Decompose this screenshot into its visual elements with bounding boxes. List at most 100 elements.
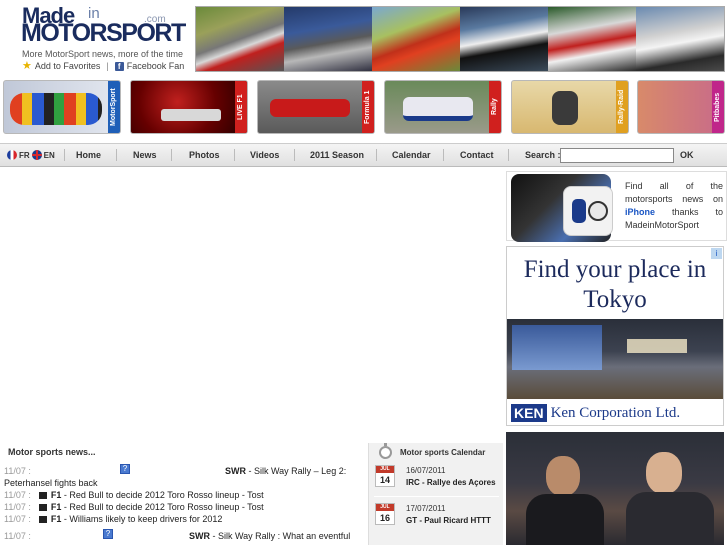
iphone-app-promo[interactable]: Find all of the motorsports news on iPho…	[506, 171, 727, 242]
calendar-event-date: 17/07/2011	[406, 504, 446, 513]
facebook-icon[interactable]: f	[114, 61, 124, 71]
calendar-date-icon: JUL 14	[375, 465, 395, 487]
bullet-icon	[38, 516, 47, 524]
news-date: 11/07 :	[4, 514, 31, 524]
ken-logo: KEN Ken Corporation Ltd.	[507, 399, 723, 425]
category-tag: Rally	[489, 81, 501, 133]
ferrari-image	[270, 99, 350, 117]
promo-iphone-word: iPhone	[625, 207, 656, 217]
lang-en-link[interactable]: EN	[44, 151, 55, 160]
banner-tile-race-3	[372, 7, 460, 71]
app-icon	[563, 186, 613, 236]
news-type-icon: ?	[120, 464, 130, 474]
driver-face	[646, 452, 682, 494]
driver-suit	[626, 492, 714, 545]
news-item[interactable]: 11/07 : F1 - Williams likely to keep driv…	[4, 513, 349, 525]
calendar-item[interactable]: JUL 16 17/07/2011 GT - Paul Ricard HTTT	[374, 501, 502, 531]
driver-face	[546, 456, 580, 496]
calendar-month: JUL	[376, 504, 394, 511]
uk-flag-icon[interactable]	[31, 150, 42, 160]
calendar-item[interactable]: JUL 14 16/07/2011 IRC - Rallye des Açore…	[374, 463, 502, 493]
news-date: 11/07 :	[4, 502, 31, 512]
promo-text-before: Find all of the motorsports news on	[625, 181, 723, 204]
banner-tile-race-1	[196, 7, 284, 71]
news-text: - Silk Way Rally : What an eventful	[210, 531, 351, 541]
news-category: F1	[50, 502, 62, 512]
news-headline[interactable]: SWR - Silk Way Rally – Leg 2:	[225, 465, 346, 477]
helmet-icon	[588, 201, 608, 221]
news-category: F1	[50, 490, 62, 500]
nav-photos[interactable]: Photos	[189, 150, 220, 160]
divider	[374, 496, 499, 497]
nav-divider	[64, 149, 65, 161]
site-tagline: More MotorSport news, more of the time	[22, 49, 184, 59]
calendar-month: JUL	[376, 466, 394, 473]
category-thumbnails: MotorSport LIVE F1 Formula 1 Rally Rally…	[3, 80, 727, 136]
language-switcher: FR EN	[7, 150, 55, 160]
game-banner-ad[interactable]	[195, 6, 725, 72]
ken-badge: KEN	[511, 404, 547, 422]
search-input[interactable]	[560, 148, 674, 163]
category-rally[interactable]: Rally	[384, 80, 502, 134]
lang-fr-link[interactable]: FR	[19, 151, 30, 160]
stopwatch-icon	[379, 443, 392, 459]
news-text: - Red Bull to decide 2012 Toro Rosso lin…	[61, 502, 264, 512]
category-formula-1[interactable]: Formula 1	[257, 80, 375, 134]
category-live-f1[interactable]: LIVE F1	[130, 80, 248, 134]
search-ok-button[interactable]: OK	[680, 150, 694, 160]
f1-car-image	[161, 109, 221, 121]
banner-tile-police	[460, 7, 548, 71]
news-type-icon: ?	[103, 529, 113, 539]
nav-news[interactable]: News	[133, 150, 157, 160]
news-date: 11/07 :	[4, 466, 31, 476]
driver-suit	[526, 494, 604, 545]
calendar-event-name[interactable]: GT - Paul Ricard HTTT	[406, 516, 491, 525]
nav-divider	[294, 149, 295, 161]
news-item[interactable]: 11/07 : F1 - Red Bull to decide 2012 Toro…	[4, 501, 349, 513]
drivers-photo[interactable]	[506, 432, 724, 545]
window-image	[512, 325, 602, 370]
calendar-day: 16	[379, 513, 390, 523]
banner-tile-speedway	[548, 7, 636, 71]
france-flag-icon[interactable]	[7, 150, 17, 160]
news-item[interactable]: 11/07 : F1 - Red Bull to decide 2012 Toro…	[4, 489, 349, 501]
category-rally-raid[interactable]: Rally-Raid	[511, 80, 629, 134]
add-favorites-link[interactable]: Add to Favorites	[35, 61, 101, 71]
iphone-image	[511, 174, 613, 242]
news-item[interactable]: 11/07 : ? SWR - Silk Way Rally – Leg 2: …	[4, 464, 349, 489]
category-tag: MotorSport	[108, 81, 120, 133]
nav-divider	[443, 149, 444, 161]
category-motorsport[interactable]: MotorSport	[3, 80, 121, 134]
nav-divider	[234, 149, 235, 161]
category-tag: Pitbabes	[712, 81, 724, 133]
nav-calendar[interactable]: Calendar	[392, 150, 431, 160]
nav-home[interactable]: Home	[76, 150, 101, 160]
news-text: - Williams likely to keep drivers for 20…	[61, 514, 223, 524]
calendar-event-name[interactable]: IRC - Rallye des Açores	[406, 478, 496, 487]
helmets-image	[10, 93, 102, 125]
news-headline[interactable]: SWR - Silk Way Rally : What an eventful	[189, 530, 350, 542]
tyre-icon	[572, 199, 586, 223]
category-tag: Rally-Raid	[616, 81, 628, 133]
nav-divider	[376, 149, 377, 161]
nav-contact[interactable]: Contact	[460, 150, 494, 160]
ken-corporation-ad[interactable]: i Find your place in Tokyo KEN Ken Corpo…	[506, 246, 724, 426]
search-label: Search :	[525, 150, 561, 160]
motorsports-calendar: Motor sports Calendar JUL 14 16/07/2011 …	[368, 443, 503, 545]
banner-tile-monster-truck	[636, 7, 724, 71]
dakar-bike-image	[552, 91, 578, 125]
news-date: 11/07 :	[4, 490, 31, 500]
facebook-fan-link[interactable]: Facebook Fan	[127, 61, 185, 71]
calendar-day: 14	[379, 475, 390, 485]
bullet-icon	[38, 492, 47, 500]
news-item[interactable]: 11/07 : ? SWR - Silk Way Rally : What an…	[4, 529, 350, 542]
logo-motorsport: MOTORSPORT	[21, 19, 186, 47]
news-category: SWR	[225, 466, 246, 476]
ad-headline: Find your place in Tokyo	[523, 256, 707, 313]
category-pitbabes[interactable]: Pitbabes	[637, 80, 725, 134]
nav-2011-season[interactable]: 2011 Season	[310, 150, 364, 160]
ceiling-light-image	[627, 339, 687, 353]
news-category: SWR	[189, 531, 210, 541]
site-logo[interactable]: Made in .com MOTORSPORT More MotorSport …	[0, 0, 190, 76]
nav-videos[interactable]: Videos	[250, 150, 279, 160]
